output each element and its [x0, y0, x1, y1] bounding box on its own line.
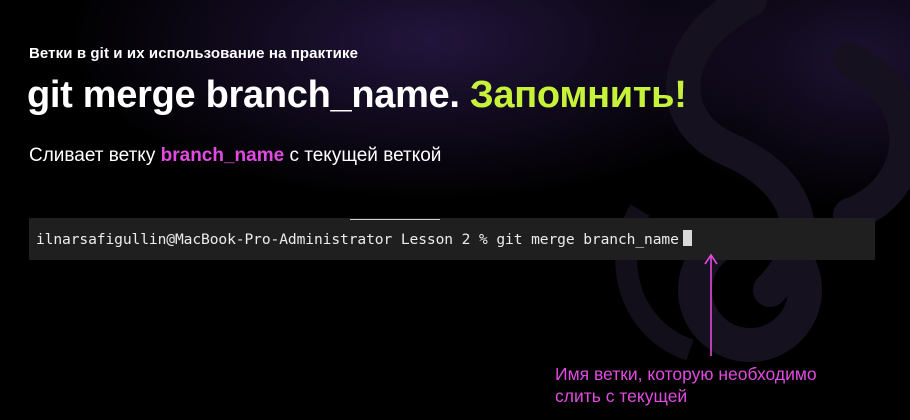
slide-title: git merge branch_name. Запомнить! [27, 74, 687, 117]
callout-line-1: Имя ветки, которую необходимо [555, 364, 817, 384]
slide-subtitle: Ветки в git и их использование на практи… [29, 45, 359, 62]
terminal-line: ilnarsafigullin@MacBook-Pro-Administrato… [36, 230, 692, 248]
description-branch-name: branch_name [160, 145, 285, 166]
description-prefix: Сливает ветку [29, 145, 156, 166]
arrow-up-icon [704, 253, 718, 356]
callout-annotation: Имя ветки, которую необходимо слить с те… [555, 363, 817, 407]
terminal-window: ilnarsafigullin@MacBook-Pro-Administrato… [29, 218, 875, 260]
callout-line-2: слить с текущей [555, 386, 688, 406]
title-accent: Запомнить! [469, 74, 687, 116]
description-suffix: с текущей веткой [289, 145, 442, 166]
terminal-cursor [682, 230, 692, 246]
terminal-command: ilnarsafigullin@MacBook-Pro-Administrato… [36, 231, 679, 248]
title-command: git merge branch_name. [27, 74, 460, 116]
slide-description: Сливает ветку branch_name с текущей ветк… [29, 145, 441, 167]
terminal-tab-indicator [350, 219, 440, 220]
decorative-chain-logo-icon [615, 0, 910, 362]
